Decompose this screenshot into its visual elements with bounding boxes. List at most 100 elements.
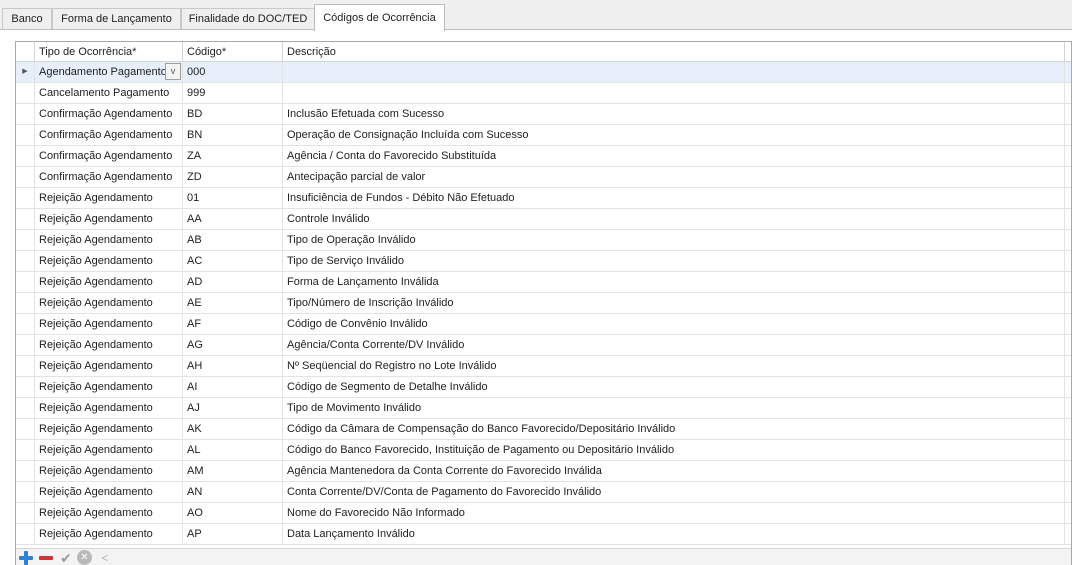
- cell-tipo[interactable]: Rejeição Agendamento: [35, 377, 183, 397]
- cell-codigo[interactable]: AE: [183, 293, 283, 313]
- table-row[interactable]: Confirmação Agendamento BN Operação de Con…: [16, 125, 1071, 146]
- cell-tipo[interactable]: Rejeição Agendamento: [35, 482, 183, 502]
- cell-tipo[interactable]: Rejeição Agendamento: [35, 335, 183, 355]
- row-selector[interactable]: [16, 293, 35, 313]
- cell-descricao[interactable]: Código de Segmento de Detalhe Inválido: [283, 377, 1065, 397]
- tab-forma-de-lancamento[interactable]: Forma de Lançamento: [52, 8, 181, 30]
- row-selector[interactable]: [16, 440, 35, 460]
- cell-tipo[interactable]: Rejeição Agendamento: [35, 440, 183, 460]
- cell-tipo[interactable]: Rejeição Agendamento: [35, 293, 183, 313]
- cell-codigo[interactable]: AH: [183, 356, 283, 376]
- cell-codigo[interactable]: AN: [183, 482, 283, 502]
- row-selector[interactable]: [16, 188, 35, 208]
- row-selector[interactable]: [16, 377, 35, 397]
- cell-tipo[interactable]: Agendamento Pagamento v: [35, 62, 183, 82]
- cell-codigo[interactable]: BD: [183, 104, 283, 124]
- table-row[interactable]: Rejeição Agendamento AH Nº Seqüencial do R…: [16, 356, 1071, 377]
- cell-tipo[interactable]: Rejeição Agendamento: [35, 398, 183, 418]
- row-selector[interactable]: [16, 83, 35, 103]
- row-selector[interactable]: [16, 314, 35, 334]
- row-selector[interactable]: [16, 524, 35, 544]
- cell-codigo[interactable]: AC: [183, 251, 283, 271]
- tab-codigos-de-ocorrencia[interactable]: Códigos de Ocorrência: [314, 4, 445, 31]
- confirm-icon[interactable]: ✔: [58, 550, 74, 565]
- row-selector[interactable]: [16, 356, 35, 376]
- tab-banco[interactable]: Banco: [2, 8, 52, 30]
- row-selector[interactable]: [16, 251, 35, 271]
- cell-codigo[interactable]: ZA: [183, 146, 283, 166]
- cell-descricao[interactable]: Agência Mantenedora da Conta Corrente do…: [283, 461, 1065, 481]
- cell-codigo[interactable]: 999: [183, 83, 283, 103]
- cell-descricao[interactable]: Antecipação parcial de valor: [283, 167, 1065, 187]
- tab-finalidade-doc-ted[interactable]: Finalidade do DOC/TED: [181, 8, 315, 30]
- cell-descricao[interactable]: Insuficiência de Fundos - Débito Não Efe…: [283, 188, 1065, 208]
- table-row[interactable]: Rejeição Agendamento AJ Tipo de Movimento …: [16, 398, 1071, 419]
- cell-tipo[interactable]: Rejeição Agendamento: [35, 230, 183, 250]
- chevron-down-icon[interactable]: v: [165, 63, 181, 80]
- table-row[interactable]: Rejeição Agendamento AL Código do Banco Fa…: [16, 440, 1071, 461]
- previous-icon[interactable]: <: [97, 550, 113, 565]
- cell-descricao[interactable]: Nº Seqüencial do Registro no Lote Inváli…: [283, 356, 1065, 376]
- cell-codigo[interactable]: 01: [183, 188, 283, 208]
- table-row[interactable]: Rejeição Agendamento 01 Insuficiência de F…: [16, 188, 1071, 209]
- cell-descricao[interactable]: Código de Convênio Inválido: [283, 314, 1065, 334]
- row-selector[interactable]: [16, 335, 35, 355]
- cell-descricao[interactable]: Código do Banco Favorecido, Instituição …: [283, 440, 1065, 460]
- cell-descricao[interactable]: Tipo de Serviço Inválido: [283, 251, 1065, 271]
- cell-tipo[interactable]: Rejeição Agendamento: [35, 251, 183, 271]
- table-row[interactable]: ▶ Agendamento Pagamento v 000: [16, 62, 1071, 83]
- cell-codigo[interactable]: AK: [183, 419, 283, 439]
- cell-descricao[interactable]: Inclusão Efetuada com Sucesso: [283, 104, 1065, 124]
- cell-descricao[interactable]: Tipo de Movimento Inválido: [283, 398, 1065, 418]
- cell-tipo[interactable]: Confirmação Agendamento: [35, 104, 183, 124]
- column-header-tipo[interactable]: Tipo de Ocorrência*: [35, 42, 183, 62]
- cell-codigo[interactable]: AD: [183, 272, 283, 292]
- table-row[interactable]: Rejeição Agendamento AD Forma de Lançament…: [16, 272, 1071, 293]
- cell-codigo[interactable]: AA: [183, 209, 283, 229]
- cell-tipo[interactable]: Rejeição Agendamento: [35, 419, 183, 439]
- cell-descricao[interactable]: Nome do Favorecido Não Informado: [283, 503, 1065, 523]
- table-row[interactable]: Rejeição Agendamento AC Tipo de Serviço In…: [16, 251, 1071, 272]
- cell-tipo[interactable]: Confirmação Agendamento: [35, 125, 183, 145]
- table-row[interactable]: Rejeição Agendamento AE Tipo/Número de Ins…: [16, 293, 1071, 314]
- cell-codigo[interactable]: AO: [183, 503, 283, 523]
- add-icon[interactable]: [18, 550, 34, 565]
- table-row[interactable]: Rejeição Agendamento AP Data Lançamento In…: [16, 524, 1071, 545]
- cell-codigo[interactable]: AG: [183, 335, 283, 355]
- table-row[interactable]: Rejeição Agendamento AA Controle Inválido: [16, 209, 1071, 230]
- row-selector[interactable]: ▶: [16, 62, 35, 82]
- cell-descricao[interactable]: Agência/Conta Corrente/DV Inválido: [283, 335, 1065, 355]
- cell-tipo[interactable]: Rejeição Agendamento: [35, 524, 183, 544]
- cell-descricao[interactable]: [283, 62, 1065, 82]
- cell-descricao[interactable]: Tipo/Número de Inscrição Inválido: [283, 293, 1065, 313]
- table-row[interactable]: Rejeição Agendamento AB Tipo de Operação I…: [16, 230, 1071, 251]
- cell-tipo[interactable]: Rejeição Agendamento: [35, 314, 183, 334]
- cell-codigo[interactable]: 000: [183, 62, 283, 82]
- cell-descricao[interactable]: [283, 83, 1065, 103]
- cell-tipo[interactable]: Rejeição Agendamento: [35, 272, 183, 292]
- cell-descricao[interactable]: Código da Câmara de Compensação do Banco…: [283, 419, 1065, 439]
- cell-codigo[interactable]: AM: [183, 461, 283, 481]
- cell-codigo[interactable]: ZD: [183, 167, 283, 187]
- cell-tipo[interactable]: Rejeição Agendamento: [35, 209, 183, 229]
- cell-codigo[interactable]: AP: [183, 524, 283, 544]
- cell-tipo[interactable]: Cancelamento Pagamento: [35, 83, 183, 103]
- cell-codigo[interactable]: AJ: [183, 398, 283, 418]
- row-selector[interactable]: [16, 419, 35, 439]
- table-row[interactable]: Rejeição Agendamento AN Conta Corrente/DV/…: [16, 482, 1071, 503]
- cell-tipo[interactable]: Rejeição Agendamento: [35, 503, 183, 523]
- table-row[interactable]: Confirmação Agendamento ZA Agência / Conta…: [16, 146, 1071, 167]
- row-selector[interactable]: [16, 209, 35, 229]
- cell-tipo[interactable]: Rejeição Agendamento: [35, 188, 183, 208]
- table-row[interactable]: Rejeição Agendamento AO Nome do Favorecido…: [16, 503, 1071, 524]
- row-selector[interactable]: [16, 146, 35, 166]
- table-row[interactable]: Cancelamento Pagamento 999: [16, 83, 1071, 104]
- row-selector[interactable]: [16, 125, 35, 145]
- cell-codigo[interactable]: AF: [183, 314, 283, 334]
- cell-codigo[interactable]: AL: [183, 440, 283, 460]
- row-selector[interactable]: [16, 482, 35, 502]
- table-row[interactable]: Rejeição Agendamento AI Código de Segmento…: [16, 377, 1071, 398]
- table-row[interactable]: Confirmação Agendamento ZD Antecipação par…: [16, 167, 1071, 188]
- cell-descricao[interactable]: Conta Corrente/DV/Conta de Pagamento do …: [283, 482, 1065, 502]
- table-row[interactable]: Rejeição Agendamento AK Código da Câmara d…: [16, 419, 1071, 440]
